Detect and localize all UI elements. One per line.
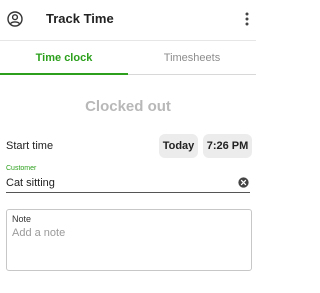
page-title: Track Time [46,11,114,26]
tab-timesheets[interactable]: Timesheets [128,41,256,74]
tab-time-clock[interactable]: Time clock [0,41,128,75]
note-label: Note [12,214,32,224]
start-date-button[interactable]: Today [159,134,198,158]
note-field[interactable]: Note Add a note [6,209,252,271]
app-header: Track Time [0,0,256,40]
customer-field[interactable]: Cat sitting [6,175,250,193]
note-placeholder: Add a note [12,227,66,239]
track-time-screen: Track Time Time clock Timesheets Clocked… [0,0,256,293]
customer-label: Customer [6,165,37,172]
more-vertical-icon [245,12,249,26]
clock-status: Clocked out [85,98,171,115]
more-options-button[interactable] [242,10,252,28]
start-time-label: Start time [6,140,54,152]
clear-icon[interactable] [238,177,249,188]
account-icon[interactable] [6,10,24,28]
start-time-button[interactable]: 7:26 PM [203,134,252,158]
customer-value: Cat sitting [6,177,55,189]
account-circle-icon [7,11,23,27]
tab-bar: Time clock Timesheets [0,40,256,75]
